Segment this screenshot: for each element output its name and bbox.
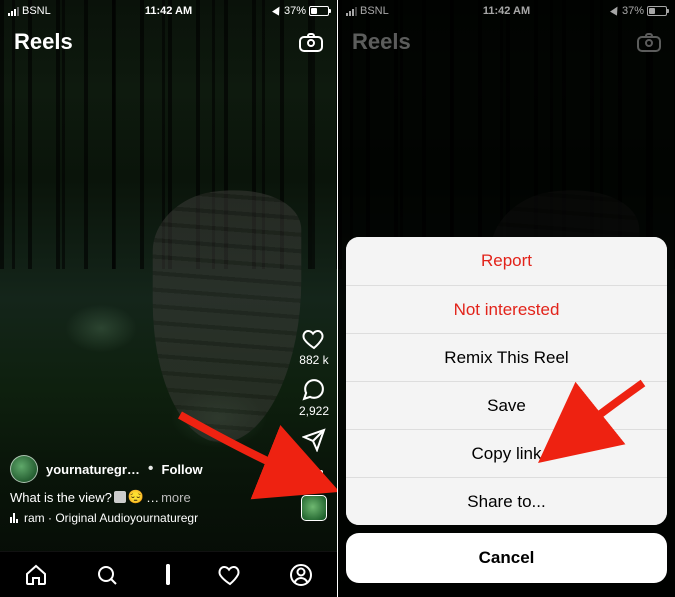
reel-side-actions: 882 k 2,922 [299,327,329,482]
tab-profile[interactable] [289,563,313,587]
caption-text: What is the view? [10,490,112,505]
reels-tab-icon [166,564,170,585]
follow-button[interactable]: Follow [162,462,203,477]
sheet-item-save[interactable]: Save [346,381,667,429]
heart-icon [301,327,327,351]
audio-tile[interactable] [301,495,327,521]
status-bar: BSNL 11:42 AM 37% [0,0,337,20]
comment-count: 2,922 [299,404,329,418]
audio-row[interactable]: ram · Original Audioyournaturegr [10,511,277,525]
emoji-face: 😔 [128,489,144,505]
sheet-item-share-to[interactable]: Share to... [346,477,667,525]
sheet-item-not-interested[interactable]: Not interested [346,285,667,333]
status-time: 11:42 AM [145,5,192,17]
like-count: 882 k [299,353,328,367]
sheet-item-report[interactable]: Report [346,237,667,285]
location-icon [272,5,283,16]
avatar[interactable] [10,455,38,483]
caption-row[interactable]: What is the view? 😔 … more [10,489,277,505]
share-button[interactable] [302,428,326,452]
reel-meta: yournaturegr… • Follow What is the view?… [10,455,277,525]
camera-icon[interactable] [299,32,323,52]
sheet-item-remix[interactable]: Remix This Reel [346,333,667,381]
battery-icon [309,6,329,16]
tab-search[interactable] [95,563,119,587]
sheet-cancel-button[interactable]: Cancel [346,533,667,583]
audio-bars-icon [10,513,18,523]
battery-pct: 37% [284,5,306,17]
sheet-item-copy-link[interactable]: Copy link [346,429,667,477]
tab-reels[interactable] [166,566,170,584]
tab-activity[interactable] [218,563,242,587]
like-button[interactable]: 882 k [299,327,328,367]
comment-icon [301,377,326,402]
carrier-label: BSNL [22,5,51,17]
page-title: Reels [14,29,73,55]
bottom-tab-bar [0,551,337,597]
emoji-placeholder [114,491,126,503]
two-phone-container: BSNL 11:42 AM 37% Reels 882 k [0,0,675,597]
tab-home[interactable] [24,563,48,587]
reels-header: Reels [0,22,337,62]
action-sheet-group: Report Not interested Remix This Reel Sa… [346,237,667,525]
more-options-button[interactable] [305,462,323,482]
caption-more: more [161,490,191,505]
phone-left: BSNL 11:42 AM 37% Reels 882 k [0,0,337,597]
audio-label: ram · Original Audioyournaturegr [24,511,198,525]
comment-button[interactable]: 2,922 [299,377,329,418]
action-sheet: Report Not interested Remix This Reel Sa… [346,237,667,583]
username[interactable]: yournaturegr… [46,462,140,477]
paper-plane-icon [302,428,326,452]
phone-right: BSNL 11:42 AM 37% Reels Report Not inter… [338,0,675,597]
signal-icon [8,7,19,16]
